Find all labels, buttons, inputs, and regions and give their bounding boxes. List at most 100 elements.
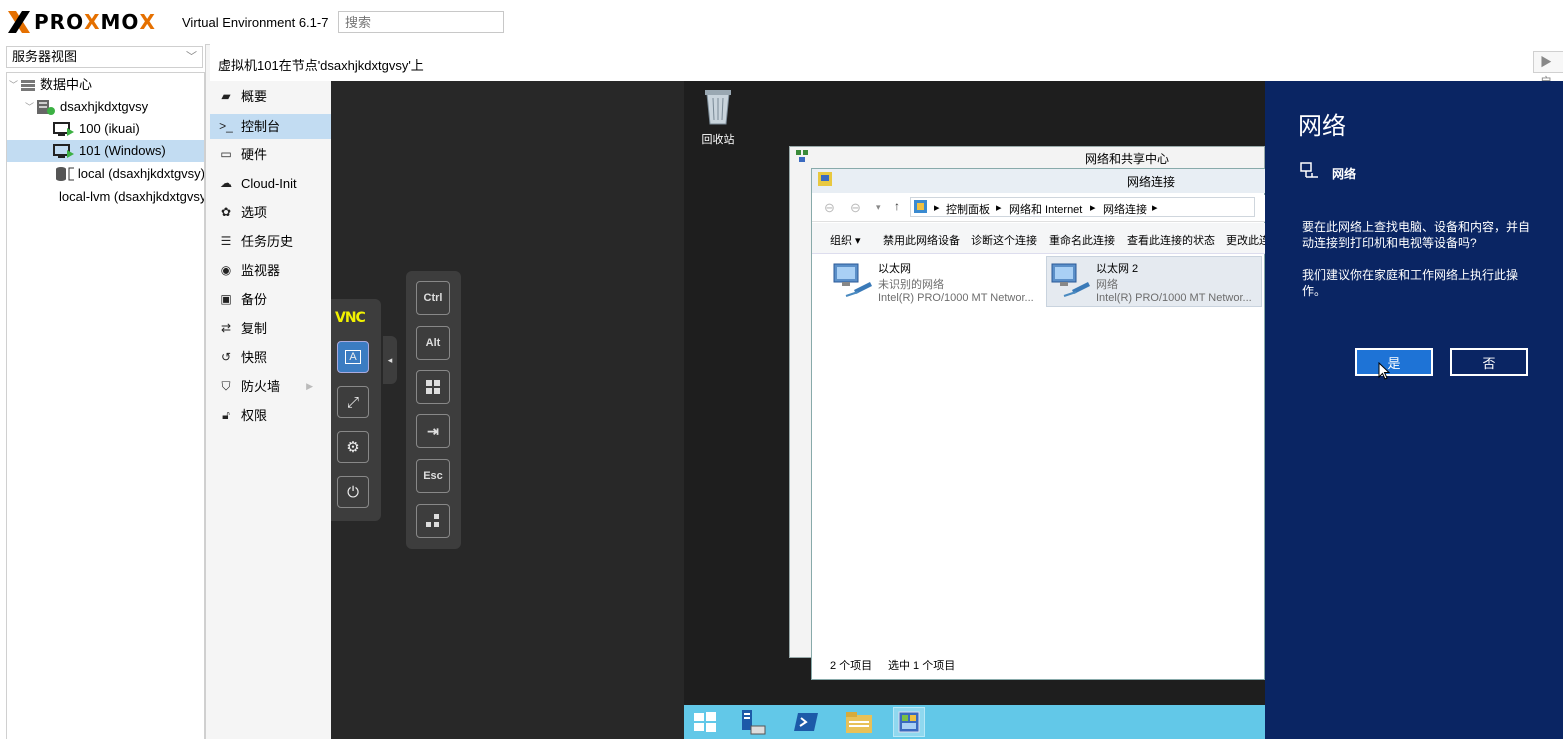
organize-button[interactable]: 组织 ▾	[830, 232, 861, 248]
window-title: 网络连接	[1127, 175, 1176, 189]
menu-item-options[interactable]: ✿ 选项	[210, 200, 331, 225]
view-status-button[interactable]: 查看此连接的状态	[1127, 232, 1215, 248]
control-panel-task-button[interactable]	[893, 707, 925, 737]
windows-taskbar	[684, 705, 1265, 739]
tree-node-vm-101[interactable]: 101 (Windows)	[7, 140, 204, 162]
menu-item-snapshot[interactable]: ↺ 快照	[210, 345, 331, 370]
menu-item-hardware[interactable]: ▭ 硬件	[210, 142, 331, 167]
up-arrow-icon[interactable]: ↑	[894, 199, 900, 213]
host-online-icon	[37, 100, 56, 115]
power-button[interactable]: ⏻	[337, 476, 369, 508]
connection-status: 未识别的网络	[878, 279, 944, 291]
menu-item-label: 硬件	[241, 147, 268, 162]
menu-item-label: 概要	[241, 89, 268, 104]
connection-item[interactable]: 以太网 未识别的网络 Intel(R) PRO/1000 MT Networ..…	[878, 260, 1034, 308]
menu-item-monitor[interactable]: ◉ 监视器	[210, 258, 331, 283]
window-title: 网络和共享中心	[1085, 152, 1170, 166]
tree-node-label: 100 (ikuai)	[79, 121, 140, 136]
yes-button[interactable]: 是	[1355, 348, 1433, 376]
menu-item-summary[interactable]: ▰ 概要	[210, 84, 331, 109]
powershell-button[interactable]	[790, 707, 822, 737]
cloud-icon: ☁	[220, 176, 232, 190]
menu-item-cloud-init[interactable]: ☁ Cloud-Init	[210, 171, 331, 196]
breadcrumb-separator: ▸	[1090, 202, 1096, 214]
tree-node-label: 数据中心	[40, 77, 93, 92]
status-bar	[812, 654, 1265, 676]
tree-node-host[interactable]: ﹀ dsaxhjkdxtgvsy	[25, 96, 201, 118]
start-menu-button[interactable]	[689, 707, 721, 737]
settings-button[interactable]: ⚙	[337, 431, 369, 463]
tree-node-label: local (dsaxhjkdxtgvsy)	[77, 166, 205, 181]
rename-button[interactable]: 重命名此连接	[1049, 232, 1115, 248]
power-icon: ⏻	[347, 483, 359, 501]
book-icon: ▰	[221, 89, 231, 103]
status-item-count: 2 个项目	[830, 660, 873, 672]
ethernet-adapter-icon	[832, 260, 874, 305]
forward-icon[interactable]: ⊖	[850, 200, 861, 216]
resource-tree: ﹀ 数据中心 ﹀ dsaxhjkdxtgvsy 100 (ikuai) 101 …	[6, 72, 205, 739]
view-selector[interactable]: 服务器视图 ﹀	[6, 46, 203, 68]
tree-node-storage-local-lvm[interactable]: local-lvm (dsaxhjkdxtgvsy)	[55, 186, 204, 208]
start-button[interactable]: ▶ 启	[1533, 51, 1563, 89]
server-manager-icon	[742, 710, 766, 735]
keyboard-toggle-button[interactable]: A	[337, 341, 369, 373]
no-button[interactable]: 否	[1450, 348, 1528, 376]
status-selected-count: 选中 1 个项目	[888, 660, 956, 672]
menu-item-replication[interactable]: ⇄ 复制	[210, 316, 331, 341]
server-stack-icon	[21, 79, 36, 91]
change-settings-button[interactable]: 更改此连	[1226, 232, 1265, 248]
brand-name: PROXMOX	[34, 10, 156, 34]
esc-key-button[interactable]: Esc	[416, 459, 450, 493]
ctrl-key-button[interactable]: Ctrl	[416, 281, 450, 315]
proxmox-x-icon	[8, 11, 30, 33]
monitor-icon: ▭	[220, 147, 232, 161]
terminal-icon: >_	[219, 119, 233, 133]
version-label: Virtual Environment 6.1-7	[182, 15, 329, 30]
chevron-down-icon[interactable]: ▾	[876, 202, 881, 213]
menu-item-backup[interactable]: ▣ 备份	[210, 287, 331, 312]
breadcrumb-item[interactable]: 网络和 Internet	[1009, 201, 1082, 217]
disable-device-button[interactable]: 禁用此网络设备	[883, 232, 960, 248]
keyboard-a-icon: A	[345, 350, 361, 364]
network-center-icon	[796, 150, 808, 162]
send-keys-button[interactable]	[416, 504, 450, 538]
fullscreen-button[interactable]: ⤢	[337, 386, 369, 418]
list-icon: ☰	[220, 234, 232, 248]
breadcrumb-separator: ▸	[934, 202, 940, 214]
page-title: 虚拟机101在节点'dsaxhjkdxtgvsy'上	[218, 58, 424, 73]
tab-key-button[interactable]: ⇥	[416, 414, 450, 448]
server-manager-button[interactable]	[737, 707, 769, 737]
mouse-cursor-icon	[1378, 362, 1390, 380]
vm-running-icon	[53, 122, 74, 136]
alt-key-button[interactable]: Alt	[416, 326, 450, 360]
breadcrumb-item[interactable]: 网络连接	[1103, 201, 1147, 217]
recycle-bin-icon[interactable]	[701, 86, 735, 126]
search-input[interactable]	[338, 11, 504, 33]
tree-node-vm-100[interactable]: 100 (ikuai)	[53, 118, 201, 140]
vm-running-icon	[53, 144, 74, 158]
control-bar-handle[interactable]: ◂	[383, 336, 397, 384]
chevron-right-icon: ▶	[306, 381, 313, 391]
back-icon[interactable]: ⊖	[824, 200, 835, 216]
history-icon: ↺	[220, 350, 232, 364]
discovery-advice: 我们建议你在家庭和工作网络上执行此操作。	[1302, 268, 1519, 298]
window-titlebar[interactable]	[812, 169, 1265, 193]
menu-item-firewall[interactable]: ⛉ 防火墙 ▶	[210, 374, 331, 399]
windows-key-button[interactable]	[416, 370, 450, 404]
tree-node-storage-local[interactable]: local (dsaxhjkdxtgvsy)	[55, 163, 205, 185]
menu-item-console[interactable]: >_ 控制台	[210, 114, 331, 139]
file-explorer-button[interactable]	[843, 707, 875, 737]
menu-item-task-history[interactable]: ☰ 任务历史	[210, 229, 331, 254]
tree-node-label: dsaxhjkdxtgvsy	[60, 99, 149, 114]
connection-item[interactable]: 以太网 2 网络 Intel(R) PRO/1000 MT Networ...	[1096, 260, 1252, 308]
storage-icon	[56, 167, 74, 181]
menu-item-label: 防火墙	[241, 379, 281, 394]
breadcrumb-item[interactable]: 控制面板	[946, 201, 990, 217]
tree-node-datacenter[interactable]: ﹀ 数据中心	[9, 74, 201, 96]
connection-status: 网络	[1096, 279, 1118, 291]
view-selector-value: 服务器视图	[12, 49, 78, 64]
menu-item-permissions[interactable]: 🔓︎ 权限	[210, 403, 331, 428]
gear-icon: ⚙	[346, 439, 360, 456]
discovery-question: 要在此网络上查找电脑、设备和内容，并自动连接到打印机和电视等设备吗?	[1302, 220, 1531, 250]
diagnose-button[interactable]: 诊断这个连接	[971, 232, 1037, 248]
